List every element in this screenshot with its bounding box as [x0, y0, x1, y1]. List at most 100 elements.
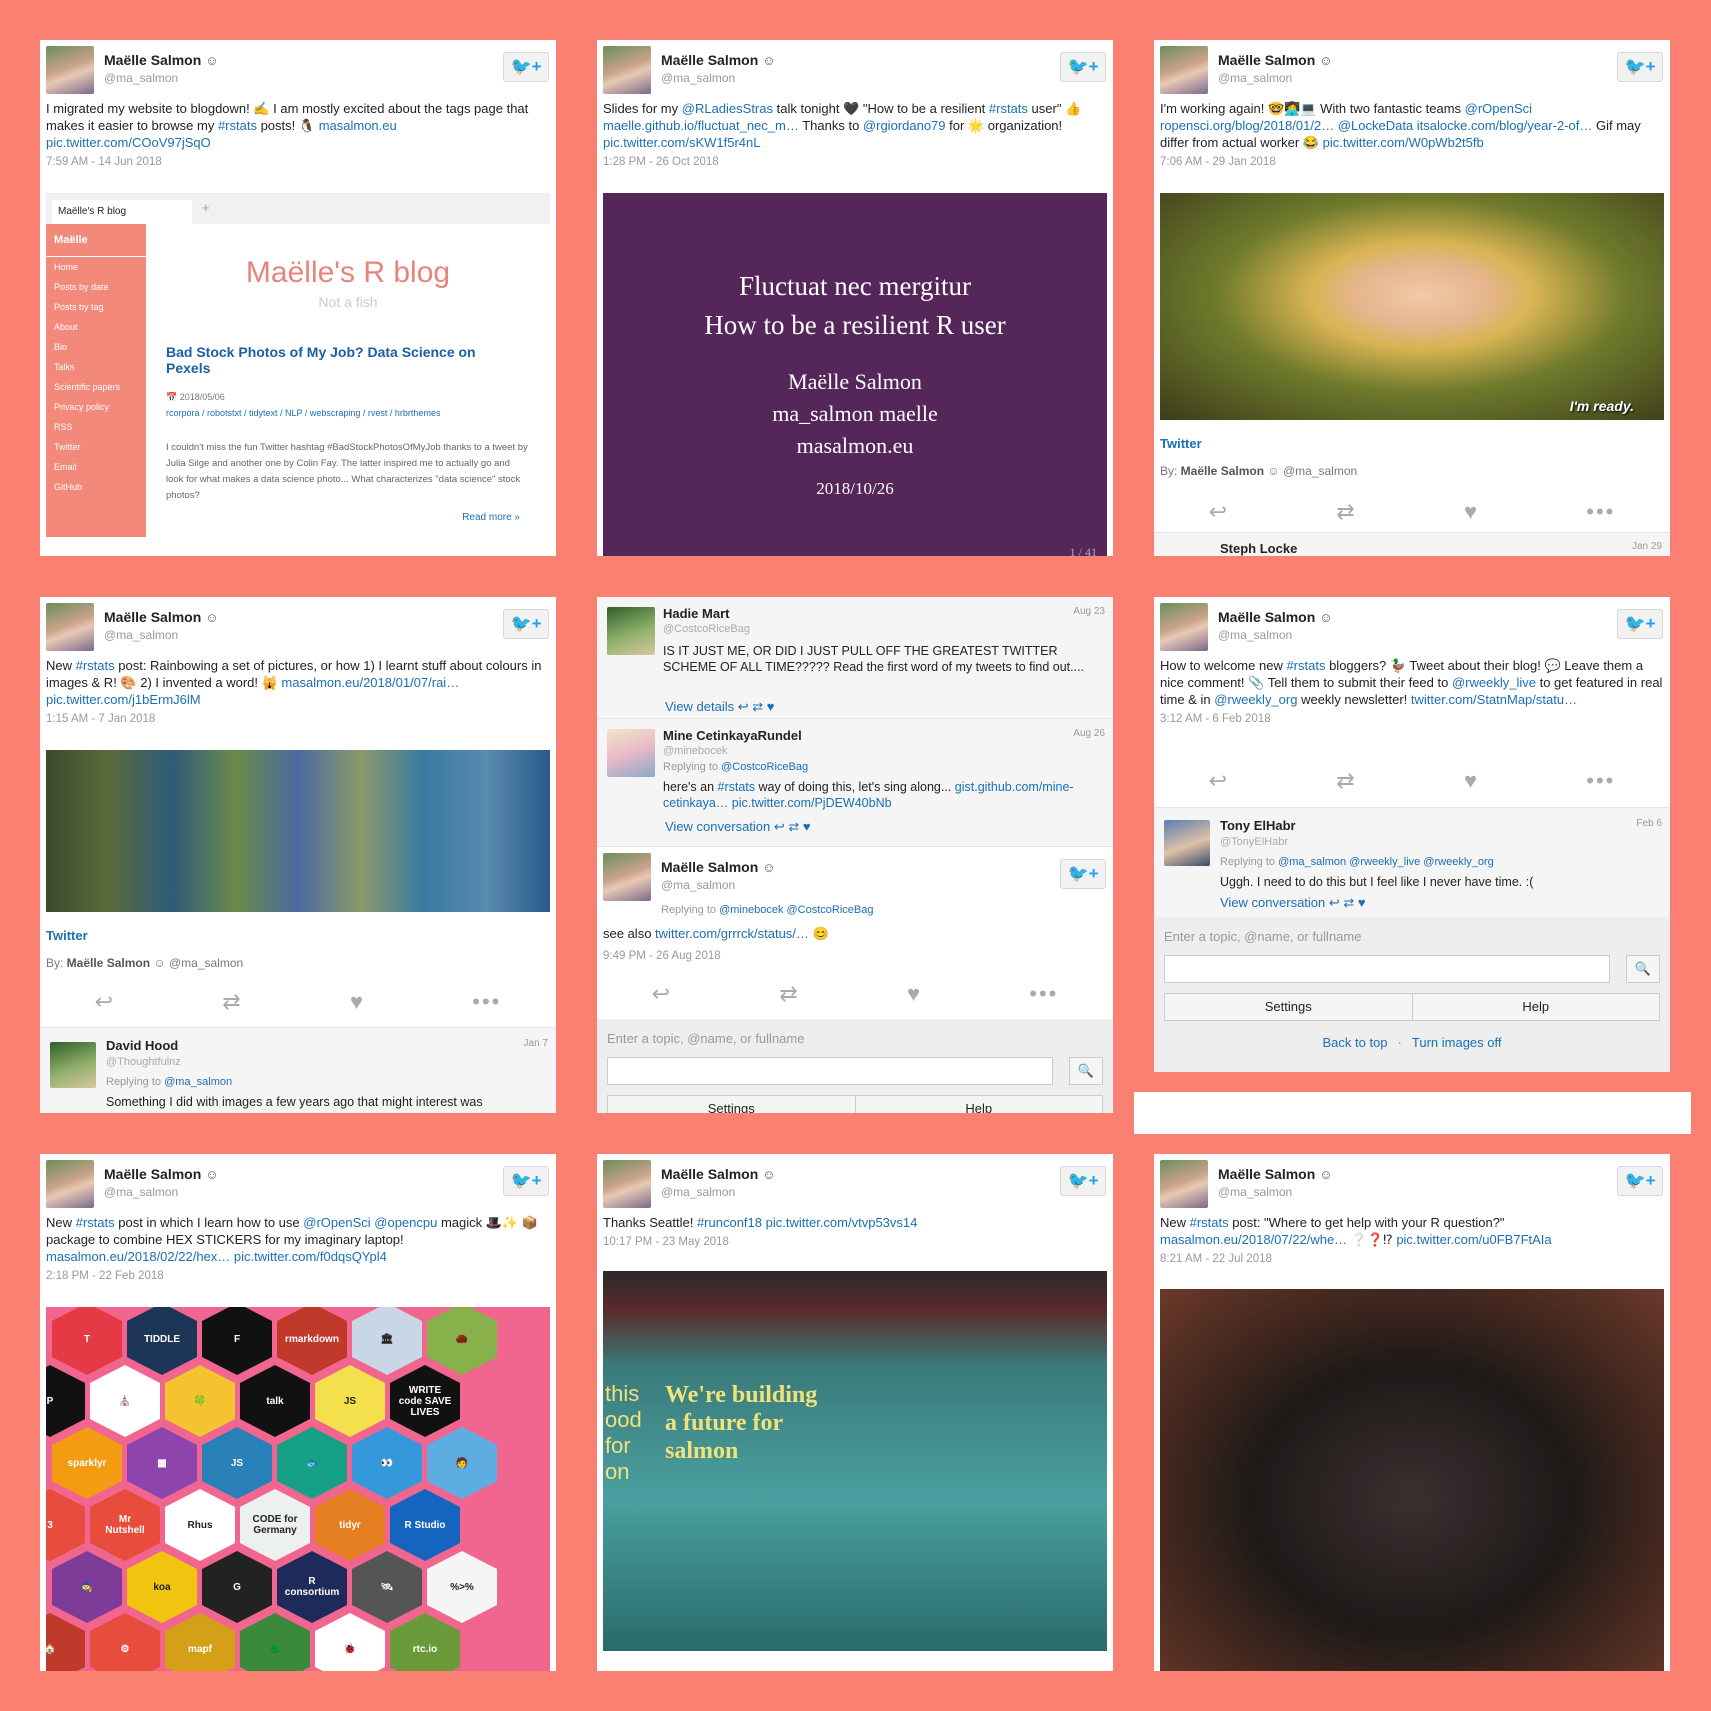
tweet-link[interactable]: pic.twitter.com/sKW1f5r4nL [603, 135, 761, 150]
author-handle[interactable]: @ma_salmon [1218, 628, 1292, 642]
help-button[interactable]: Help [1411, 994, 1659, 1020]
author-name[interactable]: Maëlle Salmon ☺ [1218, 609, 1333, 625]
author-name[interactable]: Maëlle Salmon ☺ [661, 859, 776, 875]
search-input[interactable] [607, 1057, 1053, 1085]
author-handle[interactable]: @ma_salmon [661, 878, 735, 892]
tweet-date[interactable]: 3:12 AM - 6 Feb 2018 [1154, 713, 1670, 725]
twitter-link[interactable]: Twitter [46, 928, 88, 943]
blog-nav-item[interactable]: Bio [46, 337, 146, 357]
blog-nav-item[interactable]: Twitter [46, 437, 146, 457]
tweet-link[interactable]: #rstats [718, 780, 756, 794]
tweet-link[interactable]: #rstats [1190, 1215, 1229, 1230]
author-handle[interactable]: @ma_salmon [1218, 1185, 1292, 1199]
tweet-link[interactable]: ropensci.org/blog/2018/01/2… [1160, 118, 1334, 133]
blog-nav-item[interactable]: Home [46, 257, 146, 277]
reply-handle[interactable]: @Thoughtfulnz [106, 1056, 181, 1068]
tweet-link[interactable]: pic.twitter.com/COoV97jSqO [46, 135, 211, 150]
reply-avatar[interactable] [1164, 820, 1210, 866]
browser-tab[interactable]: Maëlle's R blog [52, 200, 192, 224]
tweet-date[interactable]: 8:21 AM - 22 Jul 2018 [1154, 1253, 1670, 1265]
thread-name[interactable]: Hadie Mart [663, 606, 729, 621]
replying-to-link[interactable]: @minebocek @CostcoRiceBag [719, 904, 873, 916]
follow-button[interactable]: 🐦+ [1617, 52, 1663, 82]
mosaic-image[interactable] [46, 750, 550, 912]
tweet-link[interactable]: @rgiordano79 [863, 118, 946, 133]
tweet-link[interactable]: masalmon.eu/2018/02/22/hex… [46, 1249, 230, 1264]
twitter-link[interactable]: Twitter [1160, 436, 1202, 451]
reply-icon[interactable]: ↩ [652, 981, 670, 1007]
blog-site-name[interactable]: Maëlle [46, 224, 146, 257]
tweet-link[interactable]: twitter.com/StatnMap/statu… [1411, 692, 1577, 707]
tweet-link[interactable]: pic.twitter.com/vtvp53vs14 [766, 1215, 918, 1230]
follow-button[interactable]: 🐦+ [503, 1166, 549, 1196]
author-name[interactable]: Maëlle Salmon ☺ [661, 1166, 776, 1182]
images-off-link[interactable]: Turn images off [1412, 1035, 1502, 1050]
replying-to-link[interactable]: @ma_salmon [164, 1076, 232, 1088]
reply-handle[interactable]: @TonyElHabr [1220, 836, 1288, 848]
more-icon[interactable]: ••• [1586, 768, 1615, 794]
search-button[interactable]: 🔍 [1626, 955, 1660, 983]
reply-name[interactable]: Steph Locke [1220, 541, 1297, 556]
seattle-photo[interactable]: We're building a future for salmon this o… [603, 1271, 1107, 1651]
tweet-link[interactable]: @RLadiesStras [682, 101, 773, 116]
blog-nav-item[interactable]: About [46, 317, 146, 337]
tweet-link[interactable]: itsalocke.com/blog/year-2-of… [1417, 118, 1593, 133]
blog-nav-item[interactable]: Email [46, 457, 146, 477]
tweet-link[interactable]: #rstats [989, 101, 1028, 116]
follow-button[interactable]: 🐦+ [1060, 1166, 1106, 1196]
post-tags[interactable]: rcorpora / robotstxt / tidytext / NLP / … [166, 408, 540, 418]
retweet-icon[interactable]: ⇄ [1336, 499, 1354, 525]
tweet-link[interactable]: #rstats [76, 1215, 115, 1230]
author-name[interactable]: Maëlle Salmon ☺ [661, 52, 776, 68]
post-title[interactable]: Bad Stock Photos of My Job? Data Science… [166, 344, 520, 376]
like-icon[interactable]: ♥ [350, 989, 363, 1015]
avatar[interactable] [46, 46, 94, 94]
tweet-link[interactable]: @rweekly_org [1214, 692, 1297, 707]
author-handle[interactable]: @ma_salmon [1218, 71, 1292, 85]
tweet-link[interactable]: twitter.com/grrrck/status/… [655, 926, 809, 941]
thread-link[interactable]: View details ↩ ⇄ ♥ [665, 699, 774, 715]
avatar[interactable] [1160, 46, 1208, 94]
avatar[interactable] [46, 1160, 94, 1208]
author-handle[interactable]: @ma_salmon [104, 1185, 178, 1199]
author-handle[interactable]: @ma_salmon [104, 628, 178, 642]
blog-nav-item[interactable]: Scientific papers [46, 377, 146, 397]
avatar[interactable] [1160, 1160, 1208, 1208]
more-icon[interactable]: ••• [472, 989, 501, 1015]
reply-name[interactable]: David Hood [106, 1038, 178, 1053]
like-icon[interactable]: ♥ [1464, 499, 1477, 525]
thread-handle[interactable]: @CostcoRiceBag [663, 623, 750, 635]
author-name[interactable]: Maëlle Salmon ☺ [1218, 1166, 1333, 1182]
author-name[interactable]: Maëlle Salmon ☺ [104, 1166, 219, 1182]
tweet-link[interactable]: #runconf18 [697, 1215, 762, 1230]
slide-image[interactable]: Fluctuat nec mergitur How to be a resilie… [603, 193, 1107, 556]
replying-to-link[interactable]: @CostcoRiceBag [721, 761, 808, 773]
avatar[interactable] [1160, 603, 1208, 651]
byline-handle[interactable]: ☺ @ma_salmon [1264, 464, 1357, 478]
avatar[interactable] [46, 603, 94, 651]
blog-nav-item[interactable]: Privacy policy [46, 397, 146, 417]
follow-button[interactable]: 🐦+ [1060, 52, 1106, 82]
search-button[interactable]: 🔍 [1069, 1057, 1103, 1085]
reply-icon[interactable]: ↩ [95, 989, 113, 1015]
reply-icon[interactable]: ↩ [1209, 499, 1227, 525]
like-icon[interactable]: ♥ [907, 981, 920, 1007]
byline-author[interactable]: Maëlle Salmon [1181, 464, 1264, 478]
author-name[interactable]: Maëlle Salmon ☺ [104, 609, 219, 625]
more-icon[interactable]: ••• [1586, 499, 1615, 525]
gif-image[interactable]: I'm ready. [1160, 193, 1664, 420]
tweet-link[interactable]: #rstats [218, 118, 257, 133]
blog-nav-item[interactable]: Talks [46, 357, 146, 377]
more-icon[interactable]: ••• [1029, 981, 1058, 1007]
thread-handle[interactable]: @minebocek [663, 745, 727, 757]
follow-button[interactable]: 🐦+ [503, 609, 549, 639]
tweet-date[interactable]: 7:06 AM - 29 Jan 2018 [1154, 156, 1670, 168]
author-handle[interactable]: @ma_salmon [661, 71, 735, 85]
blog-nav-item[interactable]: GitHub [46, 477, 146, 497]
back-to-top-link[interactable]: Back to top [1323, 1035, 1388, 1050]
tweet-link[interactable]: #rstats [76, 658, 115, 673]
settings-button[interactable]: Settings [1165, 994, 1412, 1020]
gif-image[interactable] [1160, 1289, 1664, 1671]
tweet-link[interactable]: @rOpenSci [303, 1215, 370, 1230]
blog-nav-item[interactable]: RSS [46, 417, 146, 437]
